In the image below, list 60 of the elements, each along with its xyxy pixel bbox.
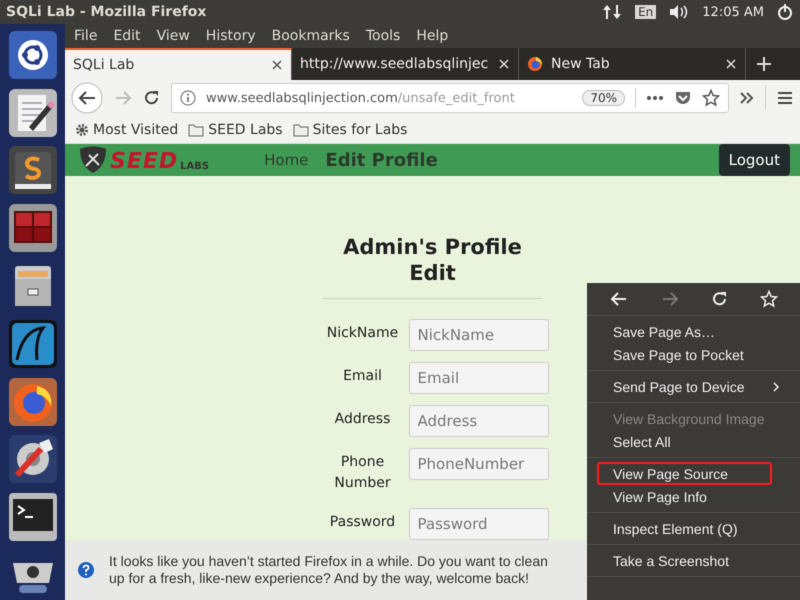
new-tab-plus-icon[interactable] [756,56,772,72]
power-icon[interactable] [776,3,794,21]
gear-icon [75,122,89,136]
field-label: Address [334,410,392,429]
notification-text: It looks like you haven’t started Firefox in a while. Do you want to clean up for a fresh, like-new experience? And by the way, welcome back! [109,553,549,587]
input-field[interactable]: Address [408,405,548,437]
overflow-chevron-icon[interactable] [739,90,755,106]
info-icon[interactable] [180,90,196,106]
window-title: SQLi Lab - Mozilla Firefox [6,4,206,20]
submenu-chevron-icon [772,382,780,392]
menu-item[interactable]: View [156,28,190,44]
terminal-grid-icon[interactable] [8,203,58,254]
menu-icon[interactable] [776,90,794,106]
help-icon [77,561,95,579]
text-editor-icon[interactable] [8,88,58,138]
reload-icon[interactable] [143,89,161,107]
field-label: Phone Number [333,453,392,493]
context-menu-item[interactable]: Select All [587,430,790,453]
logout-button[interactable]: Logout [718,144,790,176]
context-menu-item[interactable]: Inspect Element (Q) [587,517,790,540]
address-bar[interactable]: www.seedlabsqlinjection.com/unsafe_edit_front 70% [171,83,729,113]
star-icon[interactable] [702,89,720,107]
clock[interactable]: 12:05 AM [702,4,764,20]
field-label: Password [328,513,396,532]
browser-tab[interactable]: SQLi Lab [65,48,292,80]
form-title: Admin's Profile Edit [342,234,523,286]
context-menu-item[interactable]: View Page Source [597,462,772,485]
zoom-level[interactable]: 70% [582,90,625,106]
bookmark-item[interactable]: Most Visited [75,122,178,138]
bookmark-item[interactable]: SEED Labs [188,122,283,138]
url-text: www.seedlabsqlinjection.com/unsafe_edit_front [206,90,516,106]
shark-fin-icon[interactable] [8,318,58,369]
keyboard-layout-indicator[interactable]: En [635,5,656,19]
menu-item[interactable]: History [206,28,256,44]
menu-item[interactable]: Tools [366,28,400,44]
folder-icon [188,122,204,136]
bookmark-item[interactable]: Sites for Labs [292,122,408,138]
close-icon[interactable] [271,59,283,71]
menu-item[interactable]: Bookmarks [272,28,350,44]
terminal-icon[interactable] [8,492,58,542]
letter-s-icon[interactable] [8,146,58,196]
network-arrows-icon[interactable] [601,3,624,21]
input-field[interactable]: NickName [408,319,548,351]
context-menu-item[interactable]: Save Page As… [587,320,790,343]
seed-labs-logo[interactable]: SEED LABS [78,146,210,174]
field-label: NickName [326,324,400,343]
input-field[interactable]: Email [408,362,548,394]
more-dots-icon[interactable] [646,95,664,101]
folder-icon [292,122,309,136]
input-field[interactable]: PhoneNumber [408,448,548,480]
context-menu-item[interactable]: Send Page to Device [587,375,790,398]
menu-item[interactable]: File [74,28,98,44]
context-menu-item[interactable]: View Page Info [587,485,790,508]
field-label: Email [342,367,383,386]
context-menu-item[interactable]: Take a Screenshot [587,549,790,572]
pocket-icon[interactable] [674,89,692,107]
input-field[interactable]: Password [408,508,548,540]
context-menu-item[interactable]: Save Page to Pocket [587,343,790,366]
menu-item[interactable]: Help [416,28,448,44]
menu-item[interactable]: Edit [113,28,141,44]
